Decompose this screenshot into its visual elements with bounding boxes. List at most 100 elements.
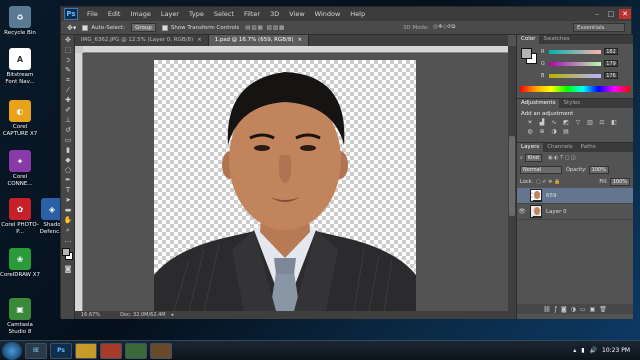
layer-name[interactable]: Layer 0 <box>546 209 567 215</box>
black-white-icon[interactable]: ◧ <box>609 119 619 127</box>
taskbar-explorer[interactable] <box>75 342 97 359</box>
brush-tool-icon[interactable]: ✐ <box>63 106 73 115</box>
menu-layer[interactable]: Layer <box>156 10 184 18</box>
pen-tool-icon[interactable]: ✒ <box>63 176 73 185</box>
blue-slider[interactable] <box>549 73 601 78</box>
status-arrow-icon[interactable]: ▸ <box>172 312 175 318</box>
red-slider[interactable] <box>549 49 601 54</box>
brightness-icon[interactable]: ☀ <box>525 119 535 127</box>
history-brush-icon[interactable]: ↺ <box>63 126 73 135</box>
color-swatches[interactable] <box>62 248 73 264</box>
taskbar-app-6[interactable] <box>150 342 172 359</box>
invert-icon[interactable]: ◑ <box>549 128 559 136</box>
folder-icon[interactable]: ▭ <box>580 306 586 313</box>
blend-mode-dropdown[interactable]: Normal <box>520 166 562 174</box>
vertical-scrollbar[interactable] <box>508 46 516 311</box>
menu-3d[interactable]: 3D <box>265 10 284 18</box>
foreground-color-swatch[interactable] <box>521 48 532 59</box>
canvas-area[interactable] <box>83 53 508 311</box>
menu-image[interactable]: Image <box>125 10 155 18</box>
desktop-icon-corel-capture[interactable]: ◐ Corel CAPTURE X7 <box>0 100 40 138</box>
eraser-tool-icon[interactable]: ▭ <box>63 136 73 145</box>
shape-tool-icon[interactable]: ▬ <box>63 206 73 215</box>
tab-channels[interactable]: Channels <box>543 143 576 152</box>
desktop-icon-bitstream[interactable]: A Bitstream Font Nav... <box>0 48 40 86</box>
menu-window[interactable]: Window <box>310 10 346 18</box>
kind-dropdown[interactable]: Kind <box>524 154 542 162</box>
link-icon[interactable]: ⛓ <box>543 306 551 313</box>
zoom-tool-icon[interactable]: ⌕ <box>63 226 73 235</box>
tab-adjustments[interactable]: Adjustments <box>517 99 560 108</box>
marquee-tool-icon[interactable]: ⬚ <box>63 46 73 55</box>
vibrance-icon[interactable]: ▽ <box>573 119 583 127</box>
crop-tool-icon[interactable]: ⌗ <box>63 76 73 85</box>
tab-swatches[interactable]: Swatches <box>539 35 573 44</box>
layer-name[interactable]: 659 <box>546 193 557 199</box>
tab-paths[interactable]: Paths <box>577 143 600 152</box>
eyedropper-tool-icon[interactable]: ⁄ <box>63 86 73 95</box>
lock-icons[interactable]: ▢ ✐ ✥ 🔒 <box>536 179 560 185</box>
clock[interactable]: 10:23 PM <box>602 347 630 354</box>
document-canvas[interactable] <box>154 60 416 311</box>
close-icon[interactable]: × <box>197 37 202 43</box>
green-slider[interactable] <box>549 61 601 66</box>
gradient-tool-icon[interactable]: ▮ <box>63 146 73 155</box>
hue-saturation-icon[interactable]: ▥ <box>585 119 595 127</box>
workspace-dropdown[interactable]: Essentials <box>572 23 625 32</box>
menu-view[interactable]: View <box>284 10 309 18</box>
taskbar-ie[interactable]: IE <box>25 342 47 359</box>
tab-color[interactable]: Color <box>517 35 540 44</box>
lasso-tool-icon[interactable]: ↄ <box>63 56 73 65</box>
levels-icon[interactable]: ▟ <box>537 119 547 127</box>
new-layer-icon[interactable]: ▣ <box>590 306 596 313</box>
type-tool-icon[interactable]: T <box>63 186 73 195</box>
fill-field[interactable]: 100% <box>609 178 630 186</box>
dodge-tool-icon[interactable]: ○ <box>63 166 73 175</box>
foreground-color-swatch[interactable] <box>62 248 70 256</box>
tab-styles[interactable]: Styles <box>559 99 584 108</box>
scrollbar-thumb[interactable] <box>509 136 515 216</box>
menu-file[interactable]: File <box>82 10 103 18</box>
taskbar-app-5[interactable] <box>125 342 147 359</box>
layer-row-layer-0[interactable]: 👁 Layer 0 <box>517 204 633 220</box>
auto-select-dropdown[interactable]: Group <box>131 23 156 32</box>
desktop-icon-camtasia[interactable]: ▣ Camtasia Studio 8 <box>0 298 40 336</box>
3d-tools-icons[interactable]: ◎✥◇✣⧉ <box>433 24 455 31</box>
fx-icon[interactable]: ƒ <box>555 306 557 313</box>
tray-arrow-icon[interactable]: ▴ <box>573 347 576 354</box>
healing-tool-icon[interactable]: ✚ <box>63 96 73 105</box>
tab-1-psd[interactable]: 1.psd @ 16.7% (659, RGB/8) × <box>208 35 310 46</box>
color-balance-icon[interactable]: ⚖ <box>597 119 607 127</box>
eye-icon[interactable]: 👁 <box>517 208 527 215</box>
adjustment-layer-icon[interactable]: ◑ <box>571 306 576 313</box>
quick-select-tool-icon[interactable]: ✎ <box>63 66 73 75</box>
volume-icon[interactable]: 🔊 <box>590 347 597 354</box>
start-button[interactable] <box>2 341 22 360</box>
move-tool-icon[interactable]: ✥ <box>63 36 73 45</box>
desktop-icon-corel-connect[interactable]: ✦ Corel CONNE... <box>0 150 40 188</box>
menu-select[interactable]: Select <box>209 10 239 18</box>
network-icon[interactable]: ▮ <box>581 347 584 354</box>
mask-icon[interactable]: ◙ <box>561 306 567 313</box>
layer-row-659[interactable]: 659 <box>517 188 633 204</box>
taskbar-photoshop[interactable]: Ps <box>50 342 72 359</box>
menu-type[interactable]: Type <box>184 10 209 18</box>
close-icon[interactable]: × <box>298 37 303 43</box>
opacity-field[interactable]: 100% <box>588 166 609 174</box>
trash-icon[interactable]: 🗑 <box>599 306 607 313</box>
zoom-level[interactable]: 16.67% <box>81 312 100 318</box>
color-spectrum[interactable] <box>520 86 630 92</box>
taskbar-media[interactable] <box>100 342 122 359</box>
exposure-icon[interactable]: ◩ <box>561 119 571 127</box>
tab-layers[interactable]: Layers <box>517 143 544 152</box>
auto-select-checkbox[interactable]: Auto-Select: <box>82 24 125 31</box>
curves-icon[interactable]: ∿ <box>549 119 559 127</box>
tab-img-6362[interactable]: IMG_6362.JPG @ 12.5% (Layer 0, RGB/8) × <box>75 35 209 46</box>
menu-edit[interactable]: Edit <box>103 10 126 18</box>
menu-help[interactable]: Help <box>345 10 370 18</box>
edit-toolbar-icon[interactable]: … <box>63 236 73 245</box>
desktop-icon-coreldraw[interactable]: ❀ CorelDRAW X7 <box>0 248 40 279</box>
path-select-tool-icon[interactable]: ➤ <box>63 196 73 205</box>
align-icons[interactable]: ▤▥▦ ▧▨▩ <box>245 25 285 31</box>
quick-mask-icon[interactable]: ◙ <box>63 265 73 274</box>
